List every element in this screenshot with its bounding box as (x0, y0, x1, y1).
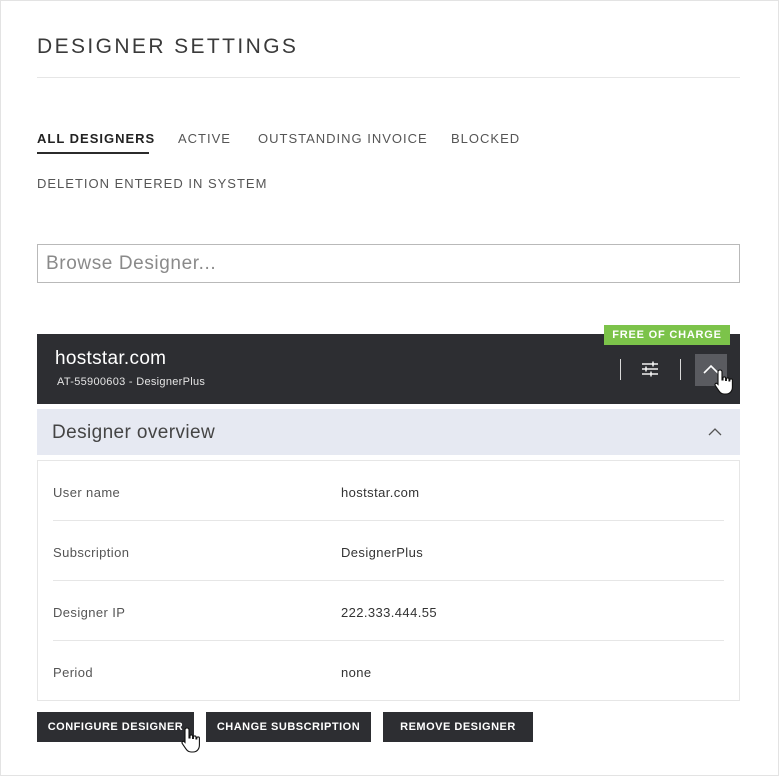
page-title: DESIGNER SETTINGS (37, 35, 299, 58)
chevron-up-icon (703, 364, 719, 374)
detail-row: Period none (53, 641, 724, 701)
detail-row: Designer IP 222.333.444.55 (53, 581, 724, 641)
tab-blocked[interactable]: BLOCKED (451, 131, 520, 146)
detail-row: Subscription DesignerPlus (53, 521, 724, 581)
browse-designer-input[interactable] (37, 244, 740, 283)
detail-value: DesignerPlus (341, 545, 424, 560)
designer-subtitle: AT-55900603 - DesignerPlus (57, 376, 206, 388)
detail-label: Subscription (53, 545, 130, 560)
designer-name: hoststar.com (55, 348, 167, 369)
change-subscription-button[interactable]: CHANGE SUBSCRIPTION (206, 712, 371, 742)
designer-overview-header[interactable]: Designer overview (37, 409, 740, 455)
bar-divider (620, 359, 621, 380)
bar-divider (680, 359, 681, 380)
detail-label: User name (53, 485, 121, 500)
overview-title: Designer overview (52, 422, 216, 443)
chevron-up-icon (708, 428, 722, 436)
detail-row: User name hoststar.com (53, 461, 724, 521)
remove-designer-button[interactable]: REMOVE DESIGNER (383, 712, 533, 742)
tab-outstanding-invoice[interactable]: OUTSTANDING INVOICE (258, 131, 428, 146)
collapse-designer-button[interactable] (695, 354, 727, 386)
detail-value: none (341, 665, 372, 680)
free-of-charge-badge: FREE OF CHARGE (604, 325, 730, 345)
tab-all-designers[interactable]: ALL DESIGNERS (37, 131, 155, 146)
sliders-icon (642, 361, 658, 377)
detail-label: Period (53, 665, 93, 680)
designer-details: User name hoststar.com Subscription Desi… (37, 460, 740, 701)
designer-settings-button[interactable] (636, 355, 664, 383)
title-divider (37, 77, 740, 78)
configure-designer-button[interactable]: CONFIGURE DESIGNER (37, 712, 194, 742)
detail-label: Designer IP (53, 605, 126, 620)
tab-deletion-entered[interactable]: DELETION ENTERED IN SYSTEM (37, 176, 267, 191)
tab-active[interactable]: ACTIVE (178, 131, 231, 146)
active-tab-underline (37, 152, 149, 154)
detail-value: 222.333.444.55 (341, 605, 437, 620)
detail-value: hoststar.com (341, 485, 420, 500)
